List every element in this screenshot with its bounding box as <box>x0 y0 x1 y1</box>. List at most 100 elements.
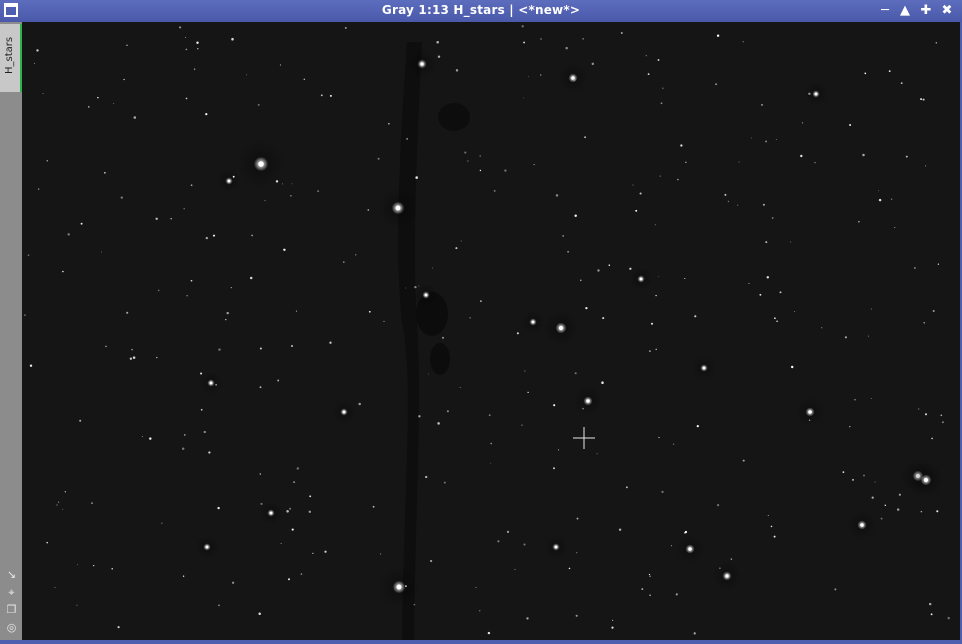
faint-star <box>773 535 776 538</box>
image-canvas[interactable] <box>22 22 960 640</box>
faint-star <box>923 322 925 324</box>
faint-star <box>197 48 199 50</box>
faint-star <box>639 192 642 195</box>
faint-star <box>67 233 70 236</box>
faint-star <box>629 267 632 270</box>
faint-star <box>724 193 727 196</box>
faint-star <box>871 496 874 499</box>
faint-star <box>770 525 773 528</box>
faint-star <box>870 308 872 310</box>
faint-star <box>562 235 564 237</box>
mask-icon[interactable]: ◎ <box>5 621 18 634</box>
faint-star <box>504 169 507 172</box>
faint-star <box>914 267 916 269</box>
faint-star <box>291 528 294 531</box>
faint-star <box>425 475 428 479</box>
faint-star <box>432 267 433 269</box>
faint-star <box>133 116 137 119</box>
faint-star <box>246 74 248 76</box>
faint-star <box>37 188 40 190</box>
image-window: Gray 1:13 H_stars | <*new*> ─ ▲ ✚ ✖ H_st… <box>0 0 962 644</box>
faint-star <box>648 573 651 576</box>
faint-star <box>661 490 664 494</box>
faint-star <box>596 453 598 455</box>
faint-star <box>884 504 887 507</box>
faint-star <box>141 436 143 438</box>
faint-star <box>183 208 185 210</box>
faint-star <box>858 220 860 223</box>
faint-star <box>249 276 253 280</box>
faint-star <box>924 413 928 416</box>
faint-star <box>849 425 851 428</box>
faint-star <box>647 73 650 75</box>
faint-star <box>808 419 811 421</box>
faint-star <box>591 62 595 66</box>
maximize-icon[interactable]: ✚ <box>918 3 934 19</box>
faint-star <box>849 124 852 126</box>
faint-star <box>259 386 262 389</box>
faint-star <box>521 25 524 28</box>
faint-star <box>218 604 220 607</box>
close-icon[interactable]: ✖ <box>939 3 955 19</box>
faint-star <box>888 70 891 73</box>
faint-star <box>62 508 64 510</box>
faint-star <box>526 617 529 620</box>
faint-star <box>475 586 477 588</box>
faint-star <box>320 94 323 97</box>
faint-star <box>205 236 209 240</box>
faint-star <box>283 248 286 252</box>
faint-star <box>527 391 529 394</box>
faint-star <box>867 335 870 337</box>
faint-star <box>576 517 579 520</box>
faint-star <box>231 37 234 41</box>
faint-star <box>684 277 686 280</box>
faint-star <box>821 327 823 329</box>
window-border-bottom <box>0 640 962 644</box>
faint-star <box>257 103 260 106</box>
faint-star <box>344 26 347 29</box>
faint-star <box>765 140 768 143</box>
faint-star <box>925 165 927 167</box>
faint-star <box>264 200 266 202</box>
faint-star <box>677 178 679 181</box>
zoom-icon[interactable]: ⌖ <box>5 586 18 599</box>
faint-star <box>42 92 44 95</box>
faint-star <box>467 160 469 162</box>
faint-star <box>854 399 856 401</box>
faint-star <box>558 449 560 451</box>
faint-star <box>584 136 587 139</box>
faint-star <box>64 491 66 493</box>
faint-star <box>155 217 158 221</box>
faint-star <box>380 553 382 555</box>
faint-star <box>126 311 129 314</box>
faint-star <box>582 407 584 410</box>
faint-star <box>291 183 293 185</box>
faint-star <box>104 171 106 174</box>
faint-star <box>182 575 185 577</box>
tab-h-stars[interactable]: H_stars <box>0 24 22 92</box>
faint-star <box>54 587 56 588</box>
fit-view-icon[interactable]: ↘ <box>5 568 18 581</box>
faint-star <box>308 510 312 514</box>
faint-star <box>377 157 380 160</box>
faint-star <box>719 567 721 570</box>
faint-star <box>693 632 696 635</box>
faint-star <box>905 155 908 158</box>
dark-blob <box>438 103 470 131</box>
faint-star <box>553 467 555 470</box>
shade-icon[interactable]: ▲ <box>897 3 913 19</box>
faint-star <box>288 578 290 581</box>
window-title: Gray 1:13 H_stars | <*new*> <box>381 3 581 17</box>
faint-star <box>696 424 699 428</box>
title-bar[interactable]: Gray 1:13 H_stars | <*new*> ─ ▲ ✚ ✖ <box>0 0 962 22</box>
faint-star <box>685 161 687 163</box>
faint-star <box>922 98 925 101</box>
faint-star <box>80 222 83 225</box>
faint-star <box>844 336 848 339</box>
clone-icon[interactable]: ❐ <box>5 603 18 616</box>
minimize-icon[interactable]: ─ <box>877 3 893 19</box>
faint-star <box>455 247 458 250</box>
faint-star <box>715 83 718 86</box>
faint-star <box>878 190 880 191</box>
faint-star <box>620 32 623 34</box>
